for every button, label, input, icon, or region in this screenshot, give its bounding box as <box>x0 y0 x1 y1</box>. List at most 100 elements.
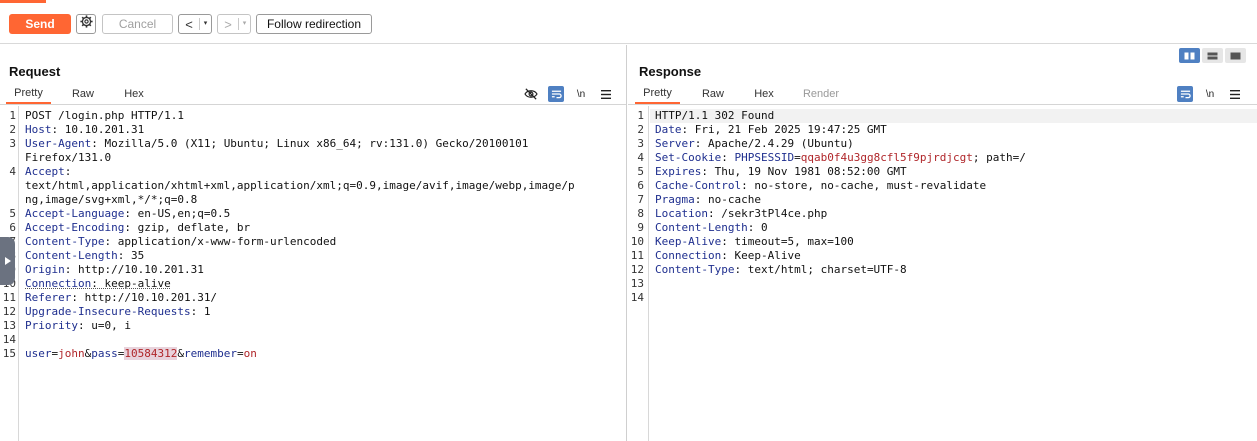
cookie-name: PHPSESSID <box>734 151 795 164</box>
line-number: 14 <box>2 333 16 346</box>
cookie-equals: = <box>794 151 801 164</box>
line-number: 12 <box>2 305 16 318</box>
header-name: Referer <box>25 291 72 304</box>
header-name: Host <box>25 123 52 136</box>
newline-toggle[interactable]: \n <box>1202 86 1218 102</box>
header-colon: : <box>71 291 78 304</box>
request-title: Request <box>9 64 61 79</box>
header-name: Set-Cookie <box>655 151 722 164</box>
menu-icon[interactable] <box>1227 86 1243 102</box>
header-name: Accept-Encoding <box>25 221 125 234</box>
gear-icon <box>79 15 93 33</box>
header-name: Content-Type <box>25 235 105 248</box>
request-editor[interactable]: 1 POST /login.php HTTP/1.1 2 Host: 10.10.20… <box>0 106 626 441</box>
header-value: Apache/2.4.29 (Ubuntu) <box>701 137 854 150</box>
header-value: Keep-Alive <box>727 249 801 262</box>
tab-divider <box>628 104 1257 105</box>
history-back-button[interactable]: < ▾ <box>178 14 212 34</box>
header-value: no-cache <box>701 193 761 206</box>
body-param-token: remember <box>183 347 237 360</box>
history-back-dropdown[interactable]: ▾ <box>199 18 211 30</box>
split-horizontal-icon[interactable] <box>1179 48 1200 63</box>
tab-hex[interactable]: Hex <box>113 84 155 104</box>
cancel-button[interactable]: Cancel <box>102 14 173 34</box>
line-number: 2 <box>637 123 644 136</box>
response-editor[interactable]: 1 HTTP/1.1 302 Found 2 Date: Fri, 21 Feb 20… <box>628 106 1257 441</box>
response-title: Response <box>639 64 702 79</box>
header-name: User-Agent <box>25 137 92 150</box>
newline-toggle[interactable]: \n <box>573 86 589 102</box>
code-line: Accept-Language: en-US,en;q=0.5 <box>25 207 230 221</box>
side-panel-handle[interactable] <box>0 237 15 285</box>
menu-icon[interactable] <box>598 86 614 102</box>
line-number: 10 <box>630 235 644 248</box>
header-value: gzip, deflate, br <box>130 221 251 234</box>
response-pane: Response Pretty Raw Hex Render \n 1 HTTP/… <box>628 45 1257 441</box>
follow-redirection-button[interactable]: Follow redirection <box>256 14 372 34</box>
code-line: Content-Length: 0 <box>655 221 768 235</box>
code-line: Connection: Keep-Alive <box>655 249 801 263</box>
header-value: keep-alive <box>97 277 171 290</box>
request-pane: Request Pretty Raw Hex \n 1 POST /login.p… <box>0 45 627 441</box>
code-line: ng,image/svg+xml,*/*;q=0.8 <box>25 193 197 207</box>
code-line: User-Agent: Mozilla/5.0 (X11; Ubuntu; Li… <box>25 137 528 151</box>
eye-slash-icon[interactable] <box>523 86 539 102</box>
tab-raw[interactable]: Raw <box>691 84 735 104</box>
header-colon: : <box>64 165 72 178</box>
history-forward-button[interactable]: > ▾ <box>217 14 251 34</box>
header-value: 1 <box>197 305 211 318</box>
line-number: 13 <box>2 319 16 332</box>
code-line: Origin: http://10.10.201.31 <box>25 263 204 277</box>
code-line: Host: 10.10.201.31 <box>25 123 144 137</box>
tab-hex[interactable]: Hex <box>743 84 785 104</box>
header-value: en-US,en;q=0.5 <box>130 207 231 220</box>
header-name: Content-Length <box>25 249 118 262</box>
code-line: Cache-Control: no-store, no-cache, must-… <box>655 179 986 193</box>
code-line: HTTP/1.1 302 Found <box>655 109 774 123</box>
header-name: Keep-Alive <box>655 235 722 248</box>
header-value: 35 <box>124 249 145 262</box>
header-value: text/html; charset=UTF-8 <box>741 263 907 276</box>
line-number: 5 <box>637 165 644 178</box>
header-colon: : <box>721 235 728 248</box>
header-name: Content-Length <box>655 221 748 234</box>
header-value: Mozilla/5.0 (X11; Ubuntu; Linux x86_64; … <box>97 137 529 150</box>
single-pane-icon[interactable] <box>1225 48 1246 63</box>
code-text: POST /login.php HTTP/1.1 <box>25 109 184 122</box>
history-forward-dropdown[interactable]: ▾ <box>238 18 250 30</box>
expand-arrow-icon <box>5 257 11 265</box>
tab-pretty[interactable]: Pretty <box>6 84 51 104</box>
body-param-token: user <box>25 347 52 360</box>
line-number: 9 <box>637 221 644 234</box>
line-number: 15 <box>2 347 16 360</box>
line-number: 5 <box>9 207 16 220</box>
split-vertical-icon[interactable] <box>1202 48 1223 63</box>
header-value: application/x-www-form-urlencoded <box>111 235 337 248</box>
header-colon: : <box>124 221 131 234</box>
wrap-icon[interactable] <box>1177 86 1193 102</box>
line-number <box>0 193 16 207</box>
tab-render[interactable]: Render <box>796 84 846 104</box>
tab-raw[interactable]: Raw <box>61 84 105 104</box>
header-name: Connection <box>25 277 92 290</box>
send-button[interactable]: Send <box>9 14 71 34</box>
header-name: Server <box>655 137 695 150</box>
code-line: Date: Fri, 21 Feb 2025 19:47:25 GMT <box>655 123 887 137</box>
header-colon: : <box>77 319 85 332</box>
header-colon: : <box>91 137 98 150</box>
tab-pretty[interactable]: Pretty <box>635 84 680 104</box>
line-number: 8 <box>637 207 644 220</box>
body-param-token: pass <box>91 347 118 360</box>
line-number: 3 <box>9 137 16 150</box>
settings-button[interactable] <box>76 14 96 34</box>
header-value: Fri, 21 Feb 2025 19:47:25 GMT <box>688 123 887 136</box>
line-number: 1 <box>637 109 644 122</box>
line-number: 6 <box>637 179 644 192</box>
code-line: Content-Type: application/x-www-form-url… <box>25 235 336 249</box>
wrap-icon[interactable] <box>548 86 564 102</box>
body-param-token: on <box>243 347 257 360</box>
header-name: Priority <box>25 319 78 332</box>
header-name: Accept <box>25 165 65 178</box>
header-name: Expires <box>655 165 702 178</box>
code-line: Content-Type: text/html; charset=UTF-8 <box>655 263 907 277</box>
